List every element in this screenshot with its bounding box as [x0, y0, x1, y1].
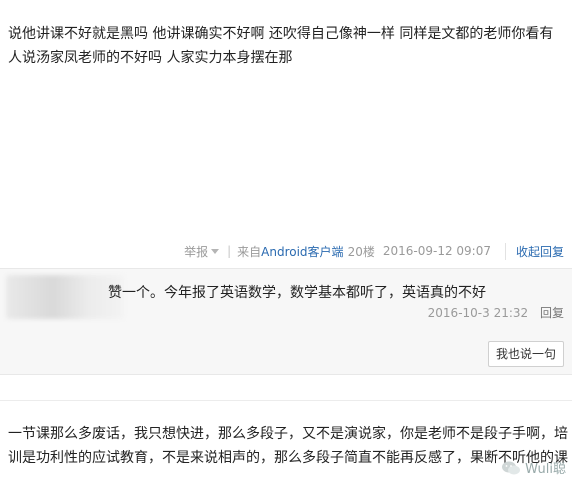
reply-timestamp: 2016-10-3 21:32 — [427, 306, 529, 320]
comment-text: 说他讲课不好就是黑吗 他讲课确实不好啊 还吹得自己像神一样 同样是文都的老师你看… — [8, 26, 554, 66]
chevron-down-icon[interactable] — [211, 248, 220, 254]
comment-text-2: 一节课那么多废话，我只想快进，那么多段子，又不是演说家，你是老师不是段子手啊，培… — [8, 426, 568, 466]
reply-link[interactable]: 回复 — [540, 306, 564, 320]
comment-timestamp: 2016-09-12 09:07 — [382, 244, 491, 258]
watermark: Wuli聪 — [501, 458, 566, 477]
floor-number: 20楼 — [347, 244, 375, 259]
separator: | — [227, 244, 232, 258]
reply-meta: 2016-10-3 21:32 回复 — [428, 304, 564, 321]
reply-section: 赞一个。今年报了英语数学，数学基本都听了，英语真的不好 2016-10-3 21… — [0, 268, 572, 375]
source-link[interactable]: Android客户端 — [261, 243, 343, 260]
reply-text: 赞一个。今年报了英语数学，数学基本都听了，英语真的不好 — [108, 285, 486, 301]
divider — [0, 400, 572, 401]
source-prefix: 来自 — [237, 244, 262, 259]
avatar[interactable] — [6, 275, 124, 319]
add-reply-button[interactable]: 我也说一句 — [488, 341, 564, 367]
comment-meta: 举报 | 来自 Android客户端 20楼 2016-09-12 09:07 … — [184, 240, 564, 262]
report-link[interactable]: 举报 — [184, 243, 208, 260]
collapse-replies-link[interactable]: 收起回复 — [504, 242, 564, 260]
wechat-icon — [502, 461, 521, 474]
watermark-text: Wuli聪 — [525, 462, 566, 477]
